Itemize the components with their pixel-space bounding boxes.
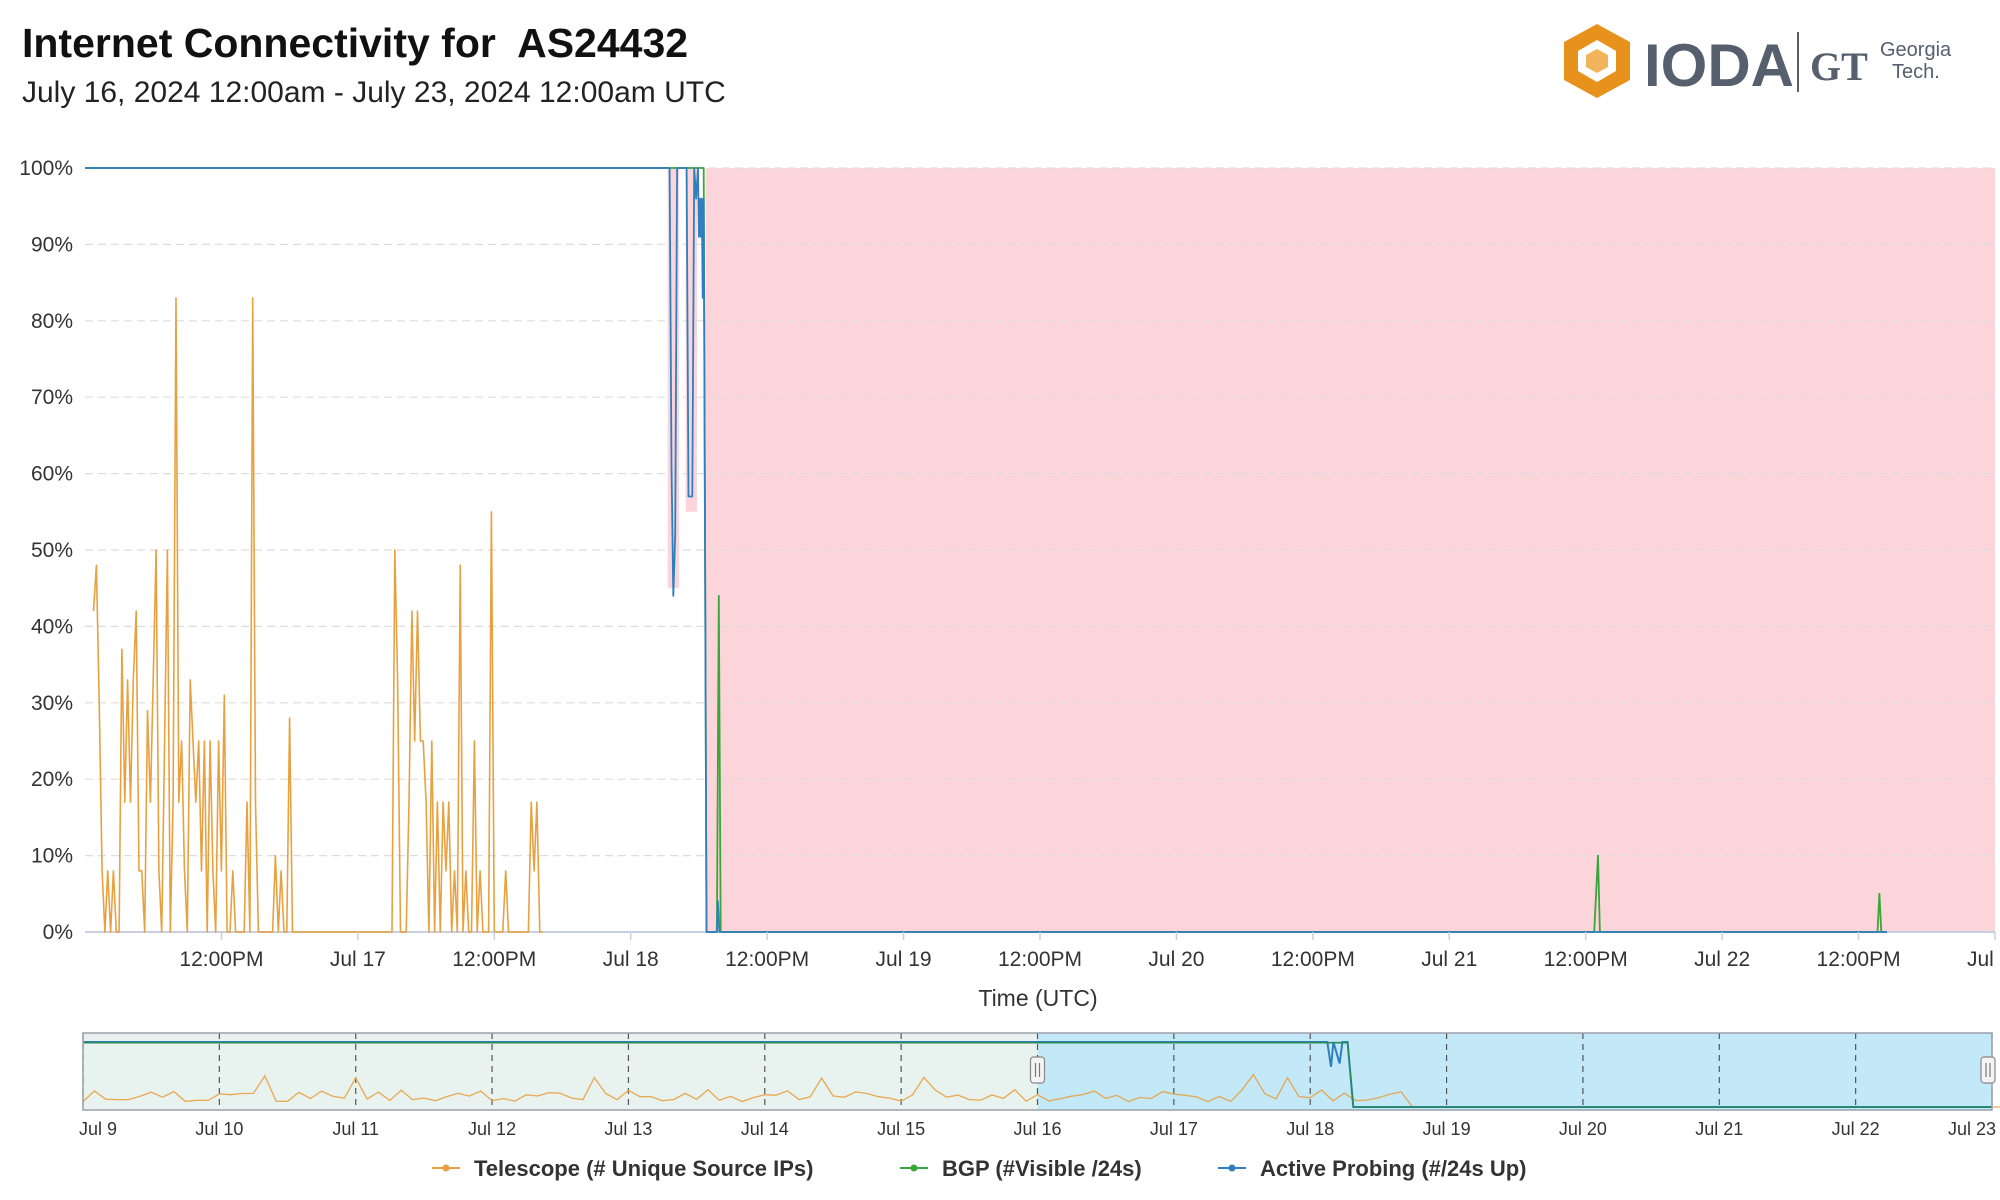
y-tick-label: 80% xyxy=(31,310,73,333)
navigator-tick-label: Jul 23 xyxy=(1948,1119,1996,1139)
x-tick-label: 12:00PM xyxy=(1271,948,1355,971)
y-tick-label: 100% xyxy=(19,157,73,180)
navigator-selection[interactable] xyxy=(1037,1033,1993,1110)
legend-label: Telescope (# Unique Source IPs) xyxy=(474,1156,813,1181)
legend-swatch-marker xyxy=(1228,1164,1236,1172)
navigator-tick-label: Jul 22 xyxy=(1832,1119,1880,1139)
y-tick-label: 10% xyxy=(31,845,73,868)
x-axis-title: Time (UTC) xyxy=(978,985,1097,1011)
navigator-tick-label: Jul 19 xyxy=(1423,1119,1471,1139)
x-tick-label: 12:00PM xyxy=(1817,948,1901,971)
legend-item-2[interactable]: Active Probing (#/24s Up) xyxy=(1218,1156,1527,1181)
x-tick-label: 12:00PM xyxy=(1544,948,1628,971)
y-tick-label: 60% xyxy=(31,463,73,486)
navigator[interactable]: Jul 9 Jul 10 Jul 11 Jul 12 Jul 13 Jul 14 Jul 1… xyxy=(79,1032,2000,1139)
y-tick-label: 30% xyxy=(31,692,73,715)
y-tick-label: 70% xyxy=(31,386,73,409)
connectivity-chart: 0% 10% 20% 30% 40% 50% 60% 70% 80% 90% 100% 12:00P… xyxy=(19,157,2000,1181)
y-tick-label: 0% xyxy=(43,921,73,944)
y-tick-label: 20% xyxy=(31,768,73,791)
navigator-tick-label: Jul 10 xyxy=(195,1119,243,1139)
navigator-tick-label: Jul 14 xyxy=(741,1119,789,1139)
series-line-0 xyxy=(92,297,543,933)
legend: Telescope (# Unique Source IPs) BGP (#Vis… xyxy=(432,1156,1527,1181)
navigator-tick-label: Jul 21 xyxy=(1695,1119,1743,1139)
x-tick-label: 12:00PM xyxy=(452,948,536,971)
navigator-tick-label: Jul 17 xyxy=(1150,1119,1198,1139)
x-tick-label: Jul 22 xyxy=(1694,948,1750,971)
navigator-tick-label: Jul 12 xyxy=(468,1119,516,1139)
y-tick-label: 50% xyxy=(31,539,73,562)
navigator-tick-label: Jul 11 xyxy=(332,1119,379,1139)
navigator-tick-label: Jul 20 xyxy=(1559,1119,1607,1139)
navigator-tick-label: Jul 16 xyxy=(1013,1119,1061,1139)
navigator-left-handle[interactable] xyxy=(1029,1056,1046,1084)
x-tick-label: Jul 21 xyxy=(1421,948,1477,971)
navigator-tick-label: Jul 13 xyxy=(604,1119,652,1139)
x-tick-label: 12:00PM xyxy=(179,948,263,971)
legend-item-0[interactable]: Telescope (# Unique Source IPs) xyxy=(432,1156,813,1181)
legend-swatch-marker xyxy=(910,1164,918,1172)
legend-swatch-marker xyxy=(442,1164,450,1172)
x-tick-label: Jul 19 xyxy=(876,948,932,971)
x-tick-label: Jul 18 xyxy=(603,948,659,971)
y-tick-label: 40% xyxy=(31,615,73,638)
navigator-tick-label: Jul 9 xyxy=(79,1119,117,1139)
x-tick-label: 12:00PM xyxy=(725,948,809,971)
x-tick-label: Jul 20 xyxy=(1148,948,1204,971)
legend-label: BGP (#Visible /24s) xyxy=(942,1156,1142,1181)
legend-item-1[interactable]: BGP (#Visible /24s) xyxy=(900,1156,1142,1181)
navigator-right-handle[interactable] xyxy=(1980,1056,1996,1084)
x-tick-label: Jul 23 xyxy=(1967,948,2000,971)
legend-label: Active Probing (#/24s Up) xyxy=(1260,1156,1527,1181)
y-tick-label: 90% xyxy=(31,233,73,256)
x-tick-label: 12:00PM xyxy=(998,948,1082,971)
navigator-tick-label: Jul 18 xyxy=(1286,1119,1334,1139)
x-axis-ticks: 12:00PM Jul 17 12:00PM Jul 18 12:00PM Jul 19 1… xyxy=(179,932,2000,971)
navigator-tick-label: Jul 15 xyxy=(877,1119,925,1139)
x-tick-label: Jul 17 xyxy=(330,948,386,971)
y-axis-ticks: 0% 10% 20% 30% 40% 50% 60% 70% 80% 90% 100% xyxy=(19,157,73,944)
